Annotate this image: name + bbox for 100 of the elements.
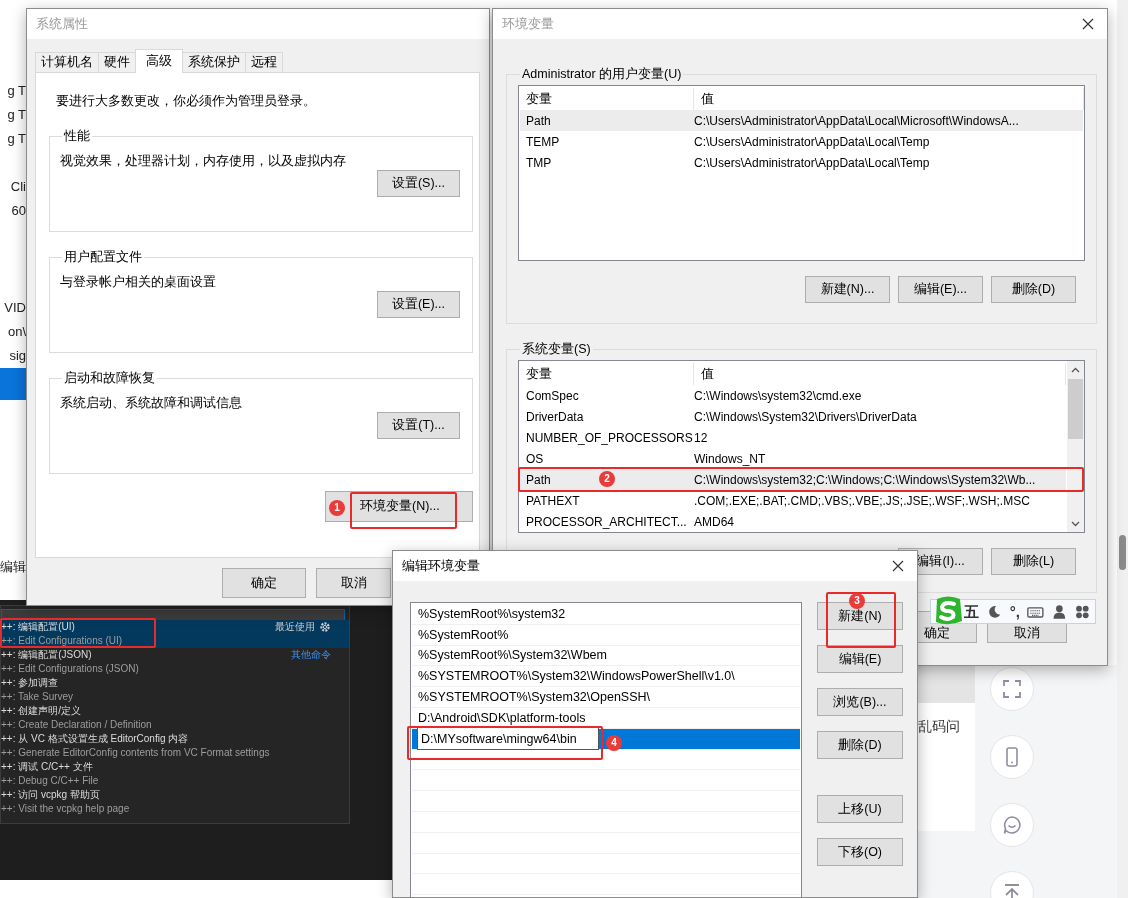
group-title: 用户配置文件 [63, 249, 143, 266]
dialog-button[interactable]: 编辑(E)... [898, 276, 983, 303]
list-text: on\ [7, 323, 26, 341]
variable-name: Path [526, 114, 551, 128]
dialog-button[interactable]: 删除(D) [991, 276, 1076, 303]
palette-item[interactable]: ++: 编辑配置(JSON) ++: Edit Configurations (JSON) 其他命令 [1, 648, 349, 676]
palette-item[interactable]: ++: 从 VC 格式设置生成 EditorConfig 内容 ++: Generate EditorConfig contents from VC Format settings [1, 732, 349, 760]
tab[interactable]: 高级 [135, 49, 183, 73]
variable-value: C:\Users\Administrator\AppData\Local\Microsoft\WindowsA... [694, 113, 1019, 128]
dialog-button[interactable]: 上移(U) [817, 795, 903, 823]
variable-value: AMD64 [694, 514, 734, 529]
chat-icon [1002, 815, 1022, 835]
chat-button[interactable] [990, 803, 1034, 847]
fullscreen-button[interactable] [990, 667, 1034, 711]
group-description: 视觉效果，处理器计划，内存使用，以及虚拟内存 [60, 153, 347, 170]
palette-item[interactable]: ++: 创建声明/定义 ++: Create Declaration / Definition [1, 704, 349, 732]
table-row[interactable]: Path C:\Users\Administrator\AppData\Local\Microsoft\WindowsA... [520, 110, 1083, 131]
variable-name: DriverData [526, 410, 584, 424]
column-header[interactable]: 值 [694, 362, 1066, 385]
list-text: Cli [10, 178, 26, 196]
up-caret-icon[interactable] [1071, 367, 1080, 373]
list-item[interactable]: %SystemRoot% [412, 624, 800, 646]
notice-text: 要进行大多数更改，你必须作为管理员登录。 [56, 93, 317, 110]
dialog-button[interactable]: 下移(O) [817, 838, 903, 866]
variable-name: TEMP [526, 135, 560, 149]
group-title: 启动和故障恢复 [63, 370, 156, 387]
dialog-button[interactable]: 浏览(B)... [817, 688, 903, 716]
list-text: g T [7, 82, 26, 100]
table-row[interactable]: PROCESSOR_ARCHITECT... AMD64 [520, 511, 1066, 532]
palette-item[interactable]: ++: 调试 C/C++ 文件 ++: Debug C/C++ File [1, 760, 349, 788]
dialog-button[interactable]: 新建(N)... [805, 276, 890, 303]
tab[interactable]: 远程 [245, 52, 283, 72]
dialog-button[interactable]: 删除(D) [817, 731, 903, 759]
command-subtitle: ++: Generate EditorConfig contents from VC Format settings [1, 746, 270, 760]
group-description: 与登录帐户相关的桌面设置 [60, 274, 217, 291]
list-text: g T [7, 106, 26, 124]
command-title: ++: 从 VC 格式设置生成 EditorConfig 内容 [1, 732, 189, 746]
dialog-button[interactable]: 删除(L) [991, 548, 1076, 575]
command-subtitle: ++: Take Survey [1, 690, 74, 704]
palette-item[interactable]: ++: 参加调查 ++: Take Survey [1, 676, 349, 704]
column-header[interactable]: 值 [694, 87, 1084, 110]
list-item[interactable]: %SystemRoot%\system32 [412, 604, 800, 625]
command-title: ++: 访问 vcpkg 帮助页 [1, 788, 100, 802]
list-item[interactable]: %SYSTEMROOT%\System32\OpenSSH\ [412, 687, 800, 708]
table-row[interactable]: ComSpec C:\Windows\system32\cmd.exe [520, 385, 1066, 406]
palette-item[interactable]: ++: 访问 vcpkg 帮助页 ++: Visit the vcpkg help page [1, 788, 349, 816]
settings-button[interactable]: 设置(T)... [377, 412, 460, 439]
variable-name: ComSpec [526, 389, 579, 403]
recent-label: 最近使用 [275, 621, 315, 633]
other-commands-link[interactable]: 其他命令 [291, 649, 331, 661]
table-row[interactable]: TMP C:\Users\Administrator\AppData\Local\Temp [520, 152, 1083, 173]
scroll-thumb[interactable] [1119, 535, 1126, 570]
scroll-thumb[interactable] [1068, 379, 1083, 439]
window-title: 系统属性 [36, 15, 88, 33]
close-icon[interactable] [892, 560, 904, 572]
table-row[interactable]: DriverData C:\Windows\System32\Drivers\DriverData [520, 406, 1066, 427]
settings-button[interactable]: 设置(S)... [377, 170, 460, 197]
variable-name: Path [526, 473, 551, 487]
variable-value: Windows_NT [694, 451, 766, 466]
table-row[interactable]: NUMBER_OF_PROCESSORS 12 [520, 427, 1066, 448]
table-row[interactable]: PATHEXT .COM;.EXE;.BAT;.CMD;.VBS;.VBE;.JS;.JSE;.WSF;.WSH;.MSC [520, 490, 1066, 511]
selected-row [0, 368, 26, 400]
close-icon[interactable] [1082, 18, 1094, 30]
list-text: g T [7, 130, 26, 148]
input-method-logo-icon[interactable] [933, 595, 963, 627]
command-subtitle: ++: Debug C/C++ File [1, 774, 99, 788]
scrollbar[interactable] [1067, 361, 1084, 532]
list-text: 编辑 [0, 558, 26, 576]
list-text: 60 [11, 202, 26, 220]
table-row[interactable]: TEMP C:\Users\Administrator\AppData\Local\Temp [520, 131, 1083, 152]
column-header[interactable]: 变量 [519, 87, 694, 110]
down-caret-icon[interactable] [1071, 521, 1080, 527]
command-title: ++: 编辑配置(JSON) [1, 648, 92, 662]
path-input-field[interactable]: D:\MYsoftware\mingw64\bin [417, 727, 599, 751]
list-item[interactable]: %SystemRoot%\System32\Wbem [412, 645, 800, 667]
variable-value: C:\Users\Administrator\AppData\Local\Temp [694, 155, 930, 170]
table-row[interactable]: OS Windows_NT [520, 448, 1066, 469]
list-text: VID [4, 299, 26, 317]
list-text: sig [9, 347, 26, 365]
fullscreen-icon [1002, 679, 1022, 699]
variable-value: .COM;.EXE;.BAT;.CMD;.VBS;.VBE;.JS;.JSE;.WSF;.WSH;.MSC [694, 493, 1030, 508]
command-input[interactable] [1, 609, 345, 621]
gear-icon[interactable] [319, 621, 331, 633]
variable-value: 12 [694, 430, 708, 445]
variable-value: C:\Users\Administrator\AppData\Local\Temp [694, 134, 930, 149]
phone-button[interactable] [990, 735, 1034, 779]
group-title: Administrator 的用户变量(U) [521, 66, 683, 83]
list-item[interactable]: %SYSTEMROOT%\System32\WindowsPowerShell\v1.0\ [412, 666, 800, 688]
variable-value: C:\Windows\System32\Drivers\DriverData [694, 409, 917, 424]
dialog-button[interactable]: 确定 [222, 568, 306, 598]
command-title: ++: 调试 C/C++ 文件 [1, 760, 93, 774]
dialog-button[interactable]: 取消 [316, 568, 391, 598]
article-text: 乱码问 [918, 718, 960, 736]
scrollbar[interactable] [1117, 0, 1128, 898]
variable-name: OS [526, 452, 544, 466]
column-header[interactable]: 变量 [519, 362, 694, 385]
settings-button[interactable]: 设置(E)... [377, 291, 460, 318]
tab[interactable]: 计算机名 [35, 52, 99, 72]
dialog-button[interactable]: 编辑(E) [817, 645, 903, 673]
command-title: ++: 创建声明/定义 [1, 704, 81, 718]
